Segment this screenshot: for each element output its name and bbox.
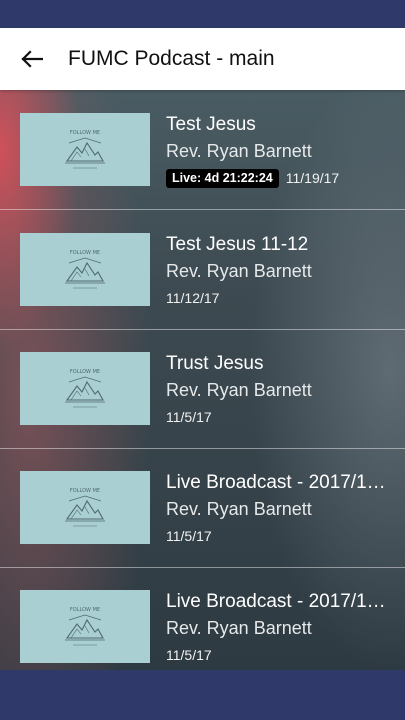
episode-item[interactable]: FOLLOW ME Live Broadcast - 2017/1… Rev. … <box>0 448 405 568</box>
episode-meta: 11/5/17 <box>166 527 212 545</box>
episode-list[interactable]: FOLLOW ME Test Jesus Rev. Ryan Barnett L… <box>0 90 405 670</box>
mountain-logo-icon: FOLLOW ME <box>65 488 105 526</box>
episode-author: Rev. Ryan Barnett <box>166 618 312 638</box>
episode-thumbnail: FOLLOW ME <box>20 352 150 425</box>
status-bar <box>0 0 405 28</box>
episode-thumbnail: FOLLOW ME <box>20 471 150 544</box>
episode-meta: Live: 4d 21:22:24 11/19/17 <box>166 168 340 188</box>
episode-meta: 11/12/17 <box>166 289 219 307</box>
episode-date: 11/5/17 <box>166 647 212 663</box>
episode-meta: 11/5/17 <box>166 646 212 664</box>
back-button[interactable] <box>12 39 52 79</box>
episode-item[interactable]: FOLLOW ME Trust Jesus Rev. Ryan Barnett … <box>0 329 405 449</box>
arrow-left-icon <box>21 50 43 68</box>
episode-title: Live Broadcast - 2017/1… <box>166 591 386 612</box>
mountain-logo-icon: FOLLOW ME <box>65 130 105 168</box>
episode-title: Trust Jesus <box>166 353 264 374</box>
episode-author: Rev. Ryan Barnett <box>166 261 312 281</box>
mountain-logo-icon: FOLLOW ME <box>65 607 105 645</box>
episode-item[interactable]: FOLLOW ME Live Broadcast - 2017/1… Rev. … <box>0 567 405 670</box>
thumbnail-text: FOLLOW ME <box>70 607 100 613</box>
episode-item[interactable]: FOLLOW ME Test Jesus 11-12 Rev. Ryan Bar… <box>0 210 405 330</box>
episode-title: Test Jesus <box>166 114 256 135</box>
episode-date: 11/5/17 <box>166 409 212 425</box>
episode-date: 11/19/17 <box>285 170 340 186</box>
episode-author: Rev. Ryan Barnett <box>166 141 312 161</box>
episode-thumbnail: FOLLOW ME <box>20 590 150 663</box>
thumbnail-text: FOLLOW ME <box>70 369 100 375</box>
episode-author: Rev. Ryan Barnett <box>166 499 312 519</box>
app-bar: FUMC Podcast - main <box>0 28 405 90</box>
episode-author: Rev. Ryan Barnett <box>166 380 312 400</box>
episode-title: Live Broadcast - 2017/1… <box>166 472 386 493</box>
mountain-logo-icon: FOLLOW ME <box>65 369 105 407</box>
live-badge: Live: 4d 21:22:24 <box>166 168 279 188</box>
navigation-bar <box>0 670 405 720</box>
thumbnail-text: FOLLOW ME <box>70 250 100 256</box>
mountain-logo-icon: FOLLOW ME <box>65 250 105 288</box>
episode-thumbnail: FOLLOW ME <box>20 113 150 186</box>
page-title: FUMC Podcast - main <box>68 47 275 70</box>
episode-title: Test Jesus 11-12 <box>166 234 309 255</box>
episode-date: 11/12/17 <box>166 290 220 306</box>
episode-item[interactable]: FOLLOW ME Test Jesus Rev. Ryan Barnett L… <box>0 90 405 210</box>
thumbnail-text: FOLLOW ME <box>70 130 100 136</box>
episode-date: 11/5/17 <box>166 528 212 544</box>
episode-thumbnail: FOLLOW ME <box>20 233 150 306</box>
thumbnail-text: FOLLOW ME <box>70 488 100 494</box>
episode-meta: 11/5/17 <box>166 408 212 426</box>
